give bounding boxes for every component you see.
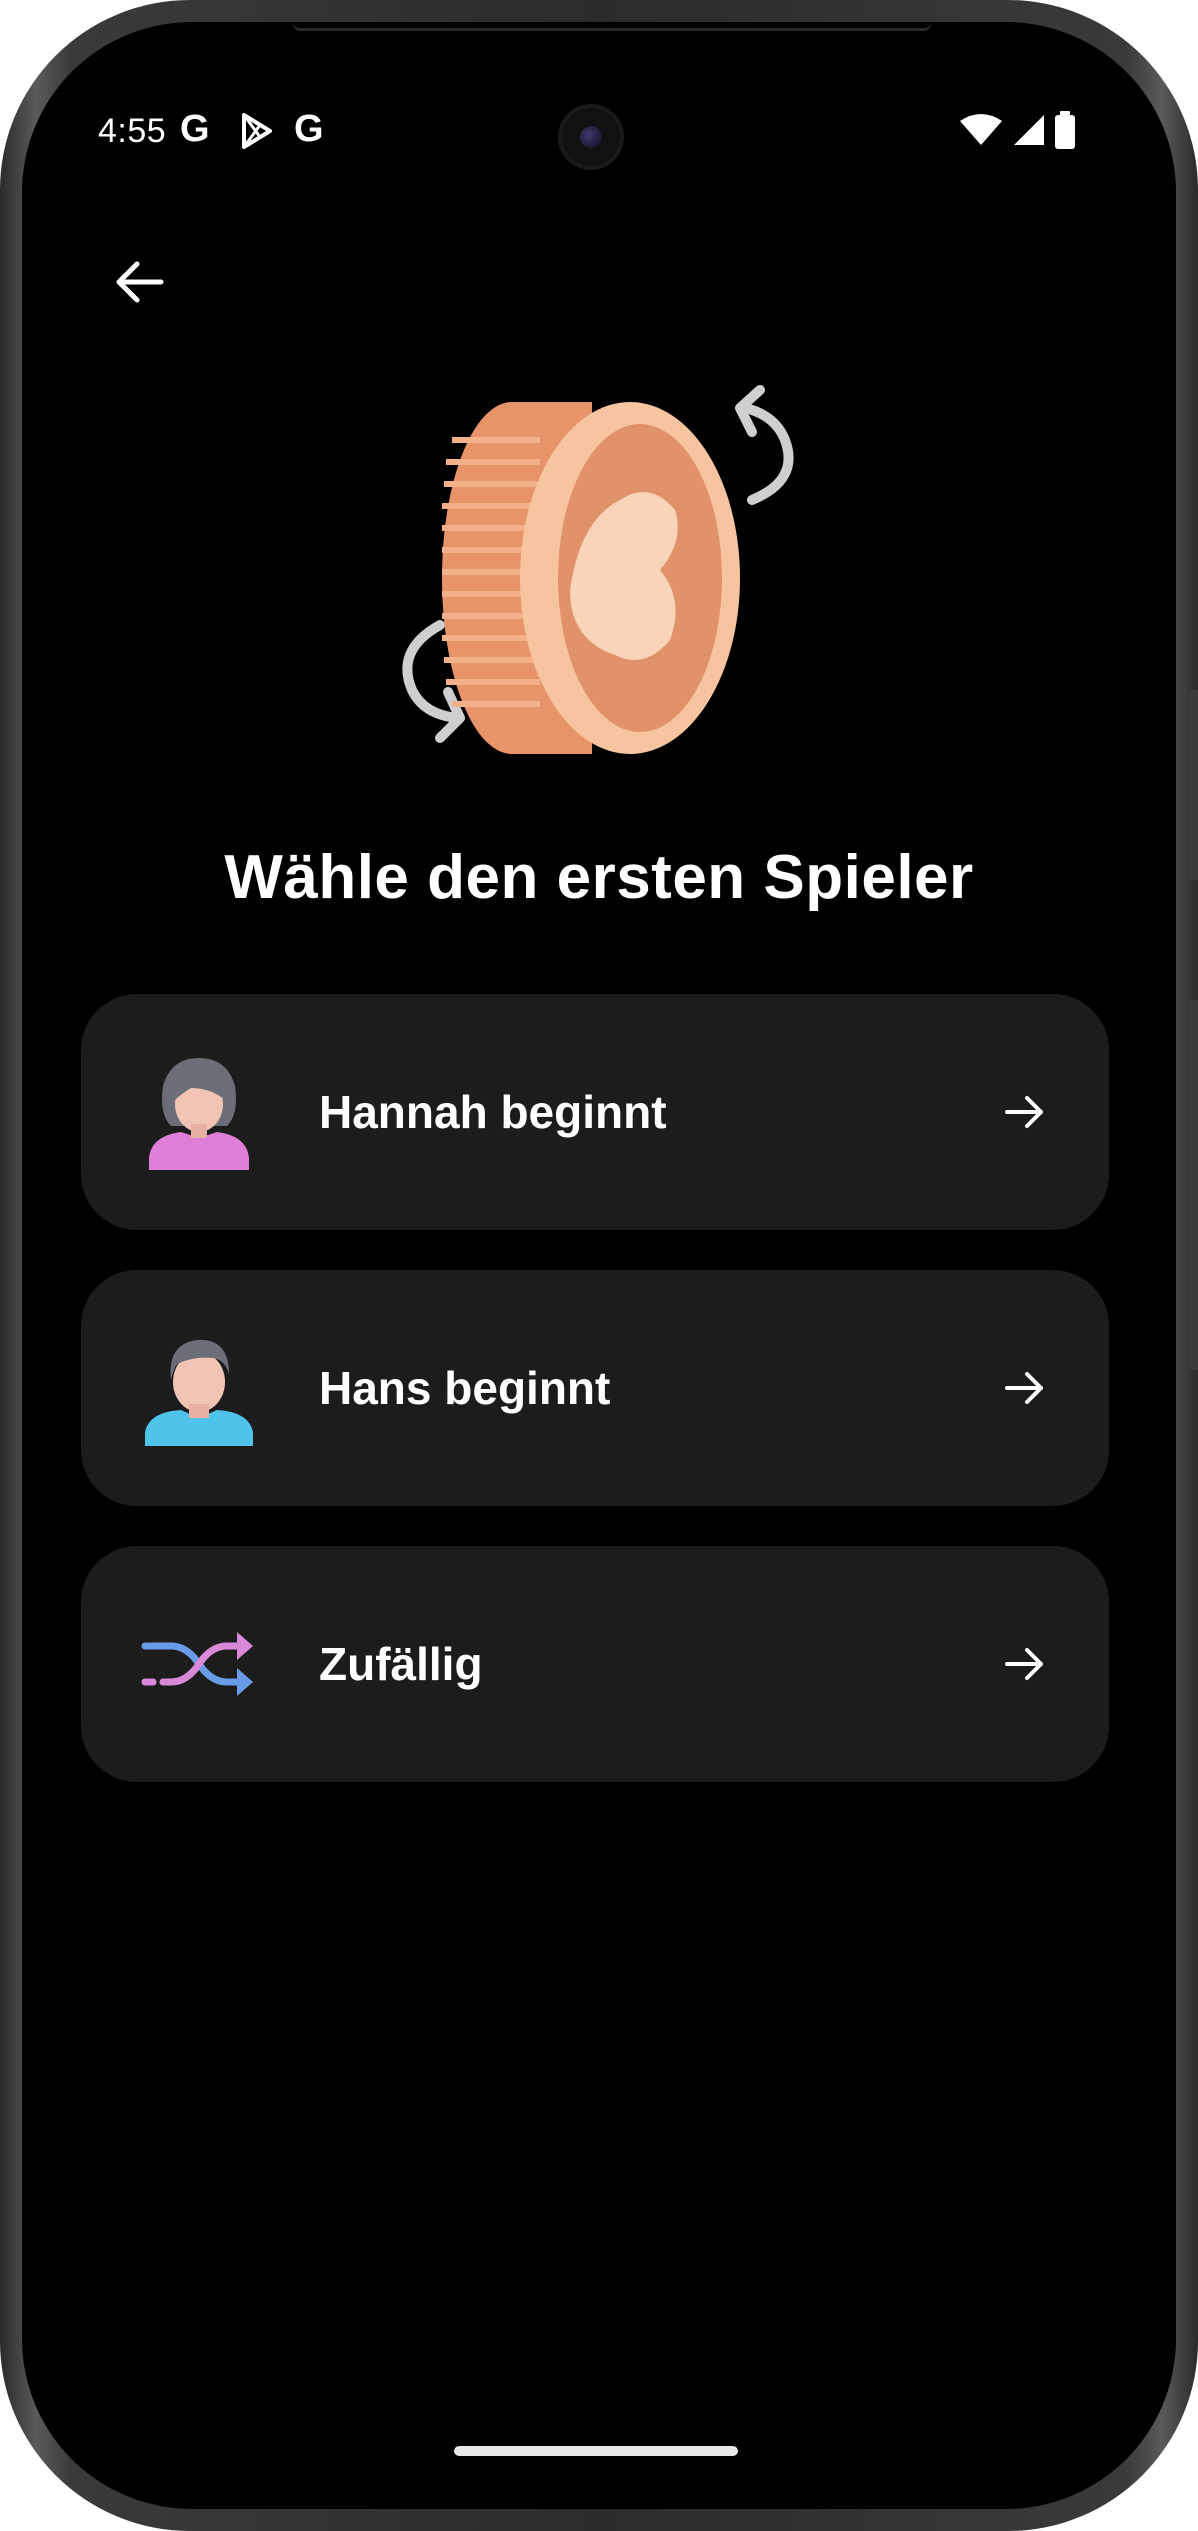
app-screen: 4:55 G G Wähle den ersten Spieler Hannah… bbox=[22, 22, 1176, 2509]
status-time: 4:55 bbox=[98, 112, 167, 150]
wifi-icon bbox=[960, 114, 1002, 145]
coin-flip-illustration bbox=[402, 385, 794, 754]
option-hans-begins[interactable]: Hans beginnt bbox=[81, 1270, 1109, 1506]
rotate-arrow-icon bbox=[735, 385, 794, 505]
page-title: Wähle den ersten Spieler bbox=[224, 843, 974, 912]
volume-button bbox=[1188, 690, 1198, 880]
google-icon: G bbox=[180, 108, 210, 150]
signal-icon bbox=[1014, 115, 1044, 145]
arrow-right-icon bbox=[1005, 1096, 1043, 1128]
google-icon: G bbox=[294, 108, 324, 150]
option-label: Zufällig bbox=[319, 1638, 483, 1690]
option-label: Hans beginnt bbox=[319, 1362, 611, 1414]
arrow-right-icon bbox=[1005, 1648, 1043, 1680]
option-random[interactable]: Zufällig bbox=[81, 1546, 1109, 1782]
arrow-right-icon bbox=[1005, 1372, 1043, 1404]
option-label: Hannah beginnt bbox=[319, 1086, 667, 1138]
home-indicator[interactable] bbox=[454, 2446, 738, 2456]
top-bezel-line bbox=[292, 22, 932, 31]
status-indicators bbox=[960, 108, 1076, 152]
option-hannah-begins[interactable]: Hannah beginnt bbox=[81, 994, 1109, 1230]
power-button bbox=[1188, 1000, 1198, 1370]
front-camera bbox=[562, 108, 620, 166]
male-avatar-icon bbox=[145, 1339, 253, 1446]
play-store-icon bbox=[242, 113, 272, 149]
back-button[interactable] bbox=[102, 244, 178, 320]
shuffle-icon bbox=[141, 1632, 253, 1696]
arrow-left-icon bbox=[116, 261, 164, 303]
female-avatar-icon bbox=[149, 1058, 249, 1170]
phone-frame: 4:55 G G Wähle den ersten Spieler Hannah… bbox=[0, 0, 1198, 2531]
battery-icon bbox=[1055, 111, 1075, 149]
